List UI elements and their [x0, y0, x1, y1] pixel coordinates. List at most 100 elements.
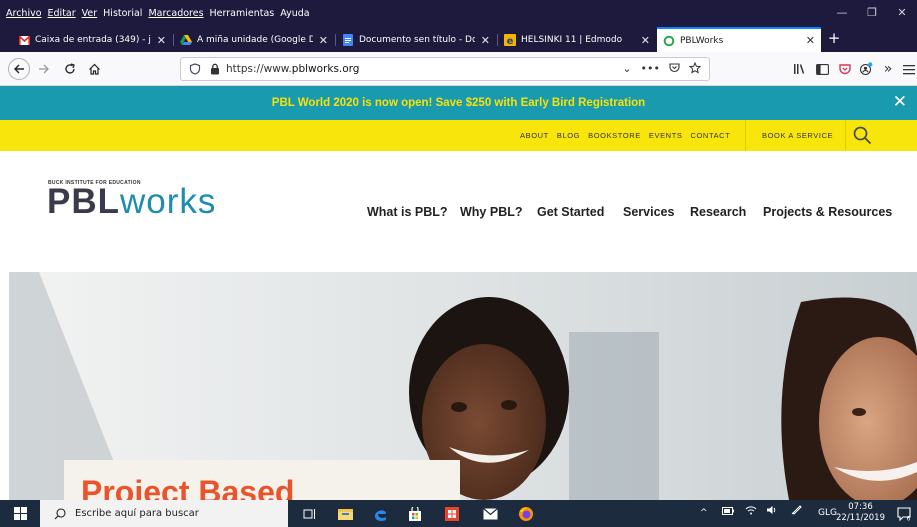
reload-button[interactable]: [60, 59, 80, 79]
tab-strip: Caixa de entrada (349) - jsb198 ✕ A miña…: [0, 26, 917, 52]
tab-google-drive[interactable]: A miña unidade (Google Drive) ✕: [174, 28, 334, 52]
tab-close-icon[interactable]: ✕: [641, 34, 650, 47]
battery-icon[interactable]: [722, 500, 734, 527]
navigation-toolbar: https://www.pblworks.org ⌄ ••• »: [0, 52, 917, 86]
back-button[interactable]: [8, 58, 30, 80]
logo-works: works: [120, 182, 217, 221]
bookmark-star-icon[interactable]: [688, 61, 702, 77]
nav-projects-resources[interactable]: Projects & Resources: [763, 205, 892, 219]
site-logo[interactable]: PBL works: [47, 184, 216, 220]
office-icon[interactable]: [442, 504, 462, 524]
lock-icon[interactable]: [210, 63, 220, 75]
volume-icon[interactable]: [766, 500, 778, 527]
file-explorer-icon[interactable]: [335, 504, 355, 524]
maximize-button[interactable]: ❐: [857, 0, 887, 26]
book-service-link[interactable]: BOOK A SERVICE: [762, 120, 833, 151]
menu-ayuda[interactable]: Ayuda: [280, 8, 309, 19]
home-icon: [88, 63, 100, 75]
overflow-chevron-icon[interactable]: »: [879, 60, 897, 78]
minimize-button[interactable]: —: [827, 0, 857, 26]
nav-bookstore[interactable]: BOOKSTORE: [588, 131, 641, 140]
forward-button[interactable]: [34, 59, 54, 79]
pocket-toolbar-icon[interactable]: [836, 60, 854, 78]
announcement-link[interactable]: PBL World 2020 is now open! Save $250 wi…: [0, 86, 917, 120]
tab-close-icon[interactable]: ✕: [319, 34, 328, 47]
tab-label: Caixa de entrada (349) - jsb198: [35, 35, 151, 45]
task-view-icon[interactable]: [300, 504, 320, 524]
utility-links: ABOUT BLOG BOOKSTORE EVENTS CONTACT: [520, 120, 730, 151]
page-actions-icon[interactable]: •••: [641, 62, 660, 77]
menu-ver[interactable]: Ver: [82, 8, 98, 19]
nav-services[interactable]: Services: [623, 205, 674, 219]
tab-label: Documento sen título - Docum: [359, 35, 475, 45]
url-dropdown-icon[interactable]: ⌄: [622, 62, 631, 77]
url-domain: pblworks.org: [291, 63, 360, 75]
input-language[interactable]: GLG: [818, 500, 837, 527]
pen-icon[interactable]: [791, 500, 803, 527]
edmodo-icon: e: [504, 34, 516, 46]
search-icon: [54, 507, 66, 519]
menu-marcadores[interactable]: Marcadores: [148, 8, 203, 19]
new-tab-button[interactable]: +: [825, 28, 843, 48]
nav-research[interactable]: Research: [690, 205, 746, 219]
notification-count: 6: [907, 516, 911, 522]
nav-events[interactable]: EVENTS: [649, 131, 683, 140]
search-icon[interactable]: [852, 125, 872, 145]
taskbar-search[interactable]: Escribe aquí para buscar: [40, 500, 288, 527]
url-prefix: https://www.: [226, 63, 292, 75]
start-button[interactable]: [0, 500, 40, 527]
menu-editar[interactable]: Editar: [48, 8, 76, 19]
system-clock[interactable]: 07:36 22/11/2019: [836, 502, 885, 524]
tracking-shield-icon[interactable]: [189, 63, 201, 75]
pocket-icon[interactable]: [669, 62, 680, 77]
tab-close-icon[interactable]: ✕: [481, 34, 490, 47]
wifi-icon[interactable]: [745, 500, 757, 527]
tab-label: HELSINKI 11 | Edmodo: [521, 35, 623, 45]
clock-date: 22/11/2019: [836, 513, 885, 523]
account-icon[interactable]: [857, 60, 875, 78]
svg-text:e: e: [507, 36, 514, 46]
google-docs-icon: [342, 34, 354, 46]
arrow-left-icon: [14, 64, 24, 74]
tab-label: A miña unidade (Google Drive): [197, 35, 313, 45]
store-icon[interactable]: [405, 504, 425, 524]
reload-icon: [65, 63, 75, 74]
home-button[interactable]: [84, 59, 104, 79]
nav-blog[interactable]: BLOG: [557, 131, 580, 140]
utility-divider: [745, 120, 746, 151]
windows-taskbar: Escribe aquí para buscar ^ GLG 07:36 22/…: [0, 500, 917, 527]
nav-contact[interactable]: CONTACT: [690, 131, 730, 140]
nav-get-started[interactable]: Get Started: [537, 205, 604, 219]
tab-label: PBLWorks: [680, 35, 724, 46]
nav-about[interactable]: ABOUT: [520, 131, 549, 140]
edge-icon[interactable]: [370, 504, 390, 524]
close-window-button[interactable]: ✕: [887, 0, 917, 26]
menu-archivo[interactable]: Archivo: [6, 8, 42, 19]
url-text[interactable]: https://www.pblworks.org: [226, 63, 359, 75]
hamburger-menu-icon[interactable]: [900, 60, 917, 78]
announcement-close-icon[interactable]: ✕: [893, 92, 907, 112]
menu-herramientas[interactable]: Herramientas: [210, 8, 275, 19]
tab-google-docs[interactable]: Documento sen título - Docum ✕: [336, 28, 496, 52]
nav-what-is-pbl[interactable]: What is PBL?: [367, 205, 448, 219]
gmail-icon: [18, 34, 30, 46]
url-actions: ⌄ •••: [622, 61, 702, 77]
tab-gmail[interactable]: Caixa de entrada (349) - jsb198 ✕: [12, 28, 172, 52]
menu-historial[interactable]: Historial: [103, 8, 142, 19]
pblworks-icon: [663, 35, 675, 47]
mail-icon[interactable]: [480, 504, 500, 524]
taskbar-search-placeholder: Escribe aquí para buscar: [75, 508, 199, 519]
sidebar-icon[interactable]: [813, 60, 831, 78]
library-icon[interactable]: [790, 60, 808, 78]
tab-pblworks[interactable]: PBLWorks ✕: [657, 27, 821, 52]
tray-chevron-icon[interactable]: ^: [700, 500, 708, 527]
tab-close-icon[interactable]: ✕: [157, 34, 166, 47]
tab-edmodo[interactable]: e HELSINKI 11 | Edmodo ✕: [498, 28, 656, 52]
url-bar[interactable]: https://www.pblworks.org ⌄ •••: [180, 57, 710, 81]
tab-close-icon[interactable]: ✕: [806, 34, 815, 47]
nav-why-pbl[interactable]: Why PBL?: [460, 205, 523, 219]
logo-pbl: PBL: [47, 182, 120, 221]
window-controls: — ❐ ✕: [827, 0, 917, 26]
notification-center-icon[interactable]: 6: [897, 506, 911, 523]
firefox-icon[interactable]: [516, 504, 536, 524]
